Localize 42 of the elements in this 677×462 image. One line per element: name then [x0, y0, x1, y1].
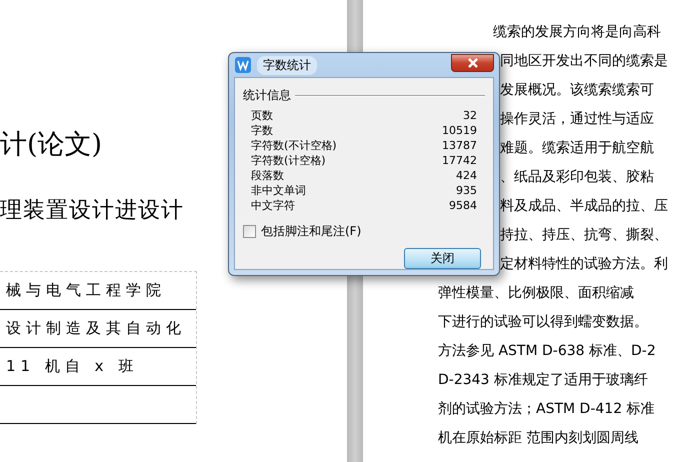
stat-label: 页数	[251, 108, 273, 123]
document-subtitle: 理装置设计进设计	[0, 198, 184, 223]
text-line: D-2343 标准规定了适用于玻璃纤	[438, 372, 648, 388]
close-dialog-button[interactable]: 关闭	[404, 248, 481, 269]
table-cell-text: 械与电气工程学院	[5, 281, 166, 300]
stat-value: 17742	[442, 153, 477, 168]
document-title: 计(论文)	[0, 129, 102, 160]
text-line: 下进行的试验可以得到蠕变数据。	[438, 314, 648, 330]
text-line: 缆索的发展方向将是向高科	[493, 24, 661, 40]
close-button[interactable]	[451, 54, 494, 72]
text-line: 操作灵活，通过性与适应	[500, 111, 654, 127]
stat-value: 9584	[449, 198, 477, 213]
text-line: 、纸品及彩印包装、胶粘	[500, 169, 654, 185]
text-line: 机在原始标距 范围内刻划圆周线	[438, 430, 638, 446]
text-line: 料及成品、半成品的拉、压	[500, 198, 668, 214]
text-line: 定材料特性的试验方法。利	[500, 256, 668, 272]
checkbox[interactable]	[243, 225, 256, 238]
checkbox-label: 包括脚注和尾注(F)	[261, 223, 362, 240]
stat-value: 32	[463, 108, 477, 123]
stat-label: 非中文单词	[251, 183, 306, 198]
stat-label: 字数	[251, 123, 273, 138]
text-line: 剂的试验方法；ASTM D-412 标准	[438, 401, 655, 417]
text-line: 难题。缆索适用于航空航	[500, 140, 654, 156]
stat-value: 424	[456, 168, 477, 183]
stat-value: 10519	[442, 123, 477, 138]
stat-label: 字符数(计空格)	[251, 153, 326, 168]
stat-label: 中文字符	[251, 198, 295, 213]
text-line: 持拉、持压、抗弯、撕裂、	[500, 227, 668, 243]
text-line: 同地区开发出不同的缆索是	[500, 53, 668, 69]
stat-value: 935	[456, 183, 477, 198]
table-cell-text: 设计制造及其自动化	[5, 319, 186, 338]
text-line: 弹性模量、比例极限、面积缩减	[438, 285, 634, 301]
stat-label: 段落数	[251, 168, 284, 183]
stat-value: 13787	[442, 138, 477, 153]
stat-label: 字符数(不计空格)	[251, 138, 337, 153]
group-label: 统计信息	[243, 87, 291, 104]
text-line: 方法参见 ASTM D-638 标准、D-2	[438, 343, 656, 359]
close-icon	[466, 58, 478, 68]
text-line: 发展概况。该缆索缆索可	[500, 82, 654, 98]
app-logo-icon	[235, 57, 251, 73]
dialog-title: 字数统计	[257, 56, 317, 74]
table-cell-text: 11 机自 x 班	[5, 357, 138, 376]
